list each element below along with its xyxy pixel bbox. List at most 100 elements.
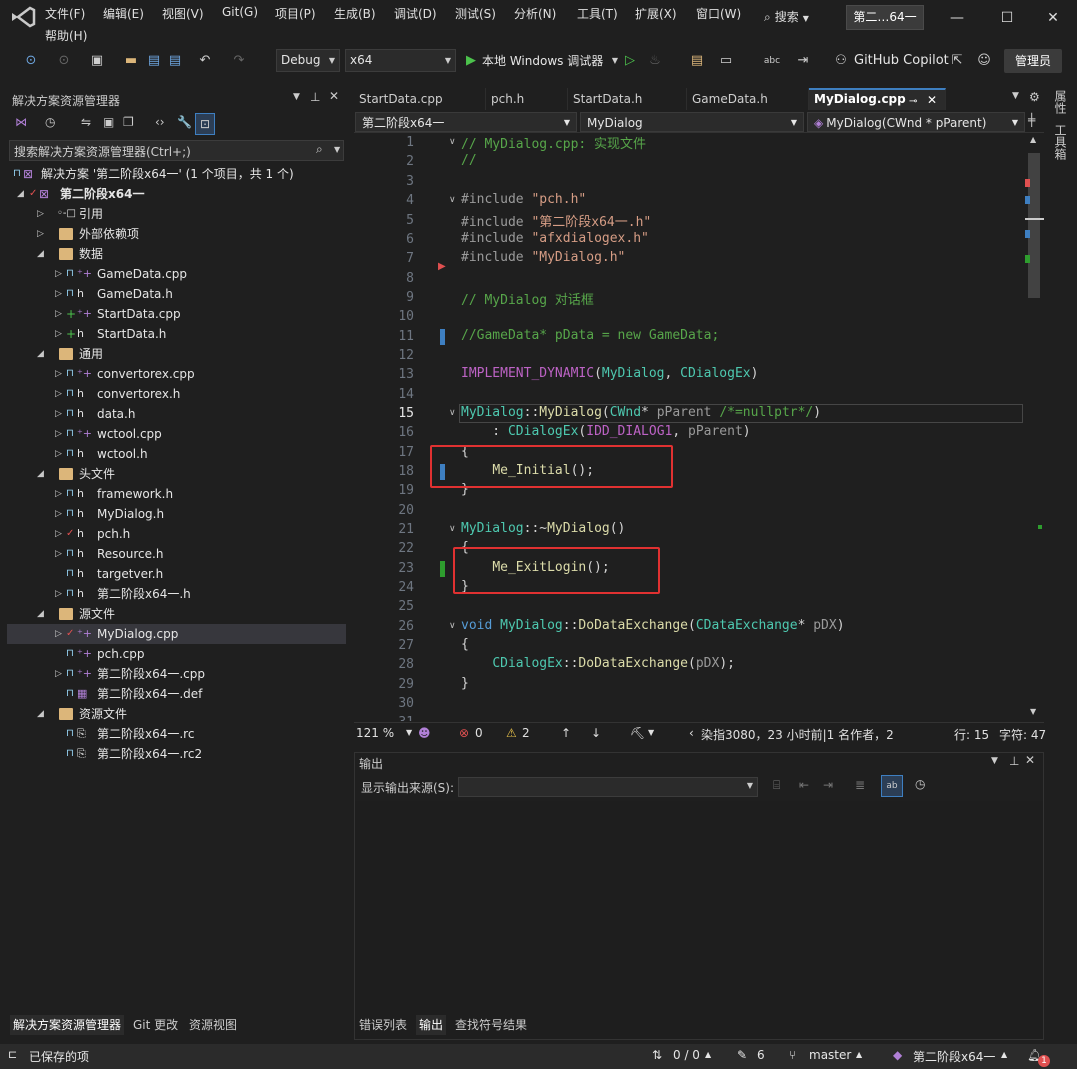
layout-icon[interactable]: ▭ — [716, 50, 736, 72]
menu-extensions[interactable]: 扩展(X) — [635, 5, 677, 21]
pencil-icon[interactable]: ✎ — [737, 1048, 747, 1062]
tree-folder-data[interactable]: ◢ 数据 — [7, 244, 346, 264]
save-all-icon[interactable]: ▤ — [166, 50, 184, 72]
tree-item-wctool-cpp[interactable]: ▷ ⊓ ⁺+ wctool.cpp — [7, 424, 346, 444]
editor-scrollbar[interactable]: ▲ ▼ — [1025, 133, 1044, 721]
chevron-left-icon[interactable]: ‹ — [689, 726, 694, 740]
tree-item-convertorex-cpp[interactable]: ▷ ⊓ ⁺+ convertorex.cpp — [7, 364, 346, 384]
tree-item-targetver-h[interactable]: ⊓ h targetver.h — [7, 564, 346, 584]
indent-icon[interactable]: ⇥ — [793, 50, 813, 72]
preview-icon[interactable]: ⊡ — [195, 113, 215, 135]
chevron-down-icon[interactable]: ▼ — [610, 50, 620, 72]
menu-view[interactable]: 视图(V) — [162, 5, 204, 21]
class-dropdown[interactable]: MyDialog ▼ — [580, 112, 804, 132]
chevron-down-icon[interactable]: ▼ — [406, 728, 412, 737]
pin-icon[interactable]: ⊸ — [909, 92, 917, 111]
tab-startdata-h[interactable]: StartData.h — [568, 88, 687, 110]
word-wrap-icon[interactable]: ab — [881, 775, 903, 797]
pin-icon[interactable]: ⊥ — [1009, 754, 1019, 768]
tree-solution[interactable]: ⊓ ⊠ 解决方案 '第二阶段x64一' (1 个项目，共 1 个) — [7, 164, 346, 184]
chevron-up-icon[interactable]: ▲ — [1001, 1050, 1007, 1059]
split-icon[interactable]: ╪ — [1028, 113, 1035, 127]
menu-help[interactable]: 帮助(H) — [45, 27, 87, 43]
menu-file[interactable]: 文件(F) — [45, 5, 85, 21]
tree-item-startdata-h[interactable]: ▷ + h StartData.h — [7, 324, 346, 344]
tree-item-startdata-cpp[interactable]: ▷ + ⁺+ StartData.cpp — [7, 304, 346, 324]
global-search[interactable]: ⌕ 搜索 ▼ — [764, 6, 834, 28]
output-text-area[interactable] — [355, 801, 1043, 1039]
repo-icon[interactable]: ◆ — [893, 1048, 902, 1062]
menu-debug[interactable]: 调试(D) — [394, 5, 437, 21]
close-icon[interactable]: ✕ — [1025, 753, 1035, 767]
scroll-down-icon[interactable]: ▼ — [1030, 707, 1036, 716]
tree-folder-headers[interactable]: ◢ 头文件 — [7, 464, 346, 484]
clear-all-icon[interactable]: ≣ — [855, 778, 865, 792]
hot-reload-icon[interactable]: ♨ — [645, 50, 665, 72]
menu-edit[interactable]: 编辑(E) — [103, 5, 144, 21]
tree-item-external-deps[interactable]: ▷ 外部依赖项 — [7, 224, 346, 244]
close-icon[interactable]: ✕ — [329, 89, 339, 103]
close-window-button[interactable]: ✕ — [1043, 8, 1063, 28]
scroll-up-icon[interactable]: ▲ — [1030, 135, 1036, 144]
char-indicator[interactable]: 字符: 47 — [999, 726, 1046, 743]
tab-pch-h[interactable]: pch.h — [486, 88, 568, 110]
close-icon[interactable]: ✕ — [927, 91, 937, 110]
tab-error-list[interactable]: 错误列表 — [359, 1015, 407, 1035]
tab-gamedata-h[interactable]: GameData.h — [687, 88, 809, 110]
share-icon[interactable]: ⇱ — [948, 50, 966, 72]
copilot-button[interactable]: GitHub Copilot — [854, 50, 949, 72]
error-count[interactable]: 0 — [475, 726, 483, 740]
menu-test[interactable]: 测试(S) — [455, 5, 496, 21]
redo-icon[interactable]: ↷ — [230, 50, 248, 72]
minimize-button[interactable]: — — [947, 8, 967, 28]
menu-git[interactable]: Git(G) — [222, 5, 258, 21]
solution-name-badge[interactable]: 第二…64一 — [846, 5, 924, 30]
tree-item-references[interactable]: ▷ ◦-□ 引用 — [7, 204, 346, 224]
line-indicator[interactable]: 行: 15 — [954, 726, 989, 743]
collapse-icon[interactable]: ▣ — [103, 115, 114, 129]
menu-build[interactable]: 生成(B) — [334, 5, 376, 21]
arrow-down-icon[interactable]: ↓ — [591, 726, 601, 740]
open-folder-icon[interactable]: ▬ — [122, 50, 140, 72]
tab-startdata-cpp[interactable]: StartData.cpp — [354, 88, 486, 110]
tree-project[interactable]: ◢ ✓ ⊠ 第二阶段x64一 — [7, 184, 346, 204]
chevron-down-icon[interactable]: ▼ — [293, 92, 300, 102]
play-icon[interactable]: ▶ — [464, 50, 478, 72]
code-editor[interactable]: 1 2 3 4 5 6 7 8 9 10 11 12 13 14 15 16 1… — [354, 133, 1044, 721]
fold-icon[interactable]: ∨ — [449, 524, 456, 534]
menu-analyze[interactable]: 分析(N) — [514, 5, 556, 21]
tree-item-mydialog-cpp[interactable]: ▷ ✓ ⁺+ MyDialog.cpp — [7, 624, 346, 644]
tree-folder-resources[interactable]: ◢ 资源文件 — [7, 704, 346, 724]
chevron-down-icon[interactable]: ▼ — [648, 728, 654, 737]
configuration-select[interactable]: Debug ▼ — [276, 49, 340, 72]
tab-resource-view[interactable]: 资源视图 — [189, 1015, 237, 1035]
menu-window[interactable]: 窗口(W) — [696, 5, 741, 21]
tree-item-pch-h[interactable]: ▷ ✓ h pch.h — [7, 524, 346, 544]
tree-item-gamedata-cpp[interactable]: ▷ ⊓ ⁺+ GameData.cpp — [7, 264, 346, 284]
tree-item-project-def[interactable]: ⊓ ▦ 第二阶段x64一.def — [7, 684, 346, 704]
solution-search-input[interactable]: 搜索解决方案资源管理器(Ctrl+;) ⌕ ▼ — [9, 140, 344, 161]
sync-icon[interactable]: ⇋ — [81, 115, 91, 129]
spellcheck-icon[interactable]: abc — [762, 50, 782, 72]
tree-folder-source[interactable]: ◢ 源文件 — [7, 604, 346, 624]
solution-folder-icon[interactable]: ▤ — [688, 50, 706, 72]
platform-select[interactable]: x64 ▼ — [345, 49, 456, 72]
admin-button[interactable]: 管理员 — [1004, 49, 1062, 73]
back-icon[interactable]: ⊙ — [22, 50, 40, 72]
sync-count[interactable]: 0 / 0 — [673, 1048, 700, 1062]
new-project-icon[interactable]: ▣ — [88, 50, 106, 72]
repo-name[interactable]: 第二阶段x64一 — [913, 1048, 995, 1065]
git-blame-info[interactable]: 染指3080，23 小时前|1 名作者，2 — [701, 726, 894, 743]
tree-item-resource-h[interactable]: ▷ ⊓ h Resource.h — [7, 544, 346, 564]
tree-item-pch-cpp[interactable]: ⊓ ⁺+ pch.cpp — [7, 644, 346, 664]
tree-item-framework-h[interactable]: ▷ ⊓ h framework.h — [7, 484, 346, 504]
member-dropdown[interactable]: ◈ MyDialog(CWnd * pParent) ▼ — [807, 112, 1025, 132]
save-icon[interactable]: ▤ — [145, 50, 163, 72]
tree-folder-common[interactable]: ◢ 通用 — [7, 344, 346, 364]
tree-item-mydialog-h[interactable]: ▷ ⊓ h MyDialog.h — [7, 504, 346, 524]
code-icon[interactable]: ‹› — [155, 115, 165, 129]
tab-git-changes[interactable]: Git 更改 — [133, 1015, 178, 1035]
sync-icon[interactable]: ⇅ — [652, 1048, 662, 1062]
chevron-up-icon[interactable]: ▲ — [856, 1050, 862, 1059]
tab-output[interactable]: 输出 — [416, 1015, 447, 1035]
